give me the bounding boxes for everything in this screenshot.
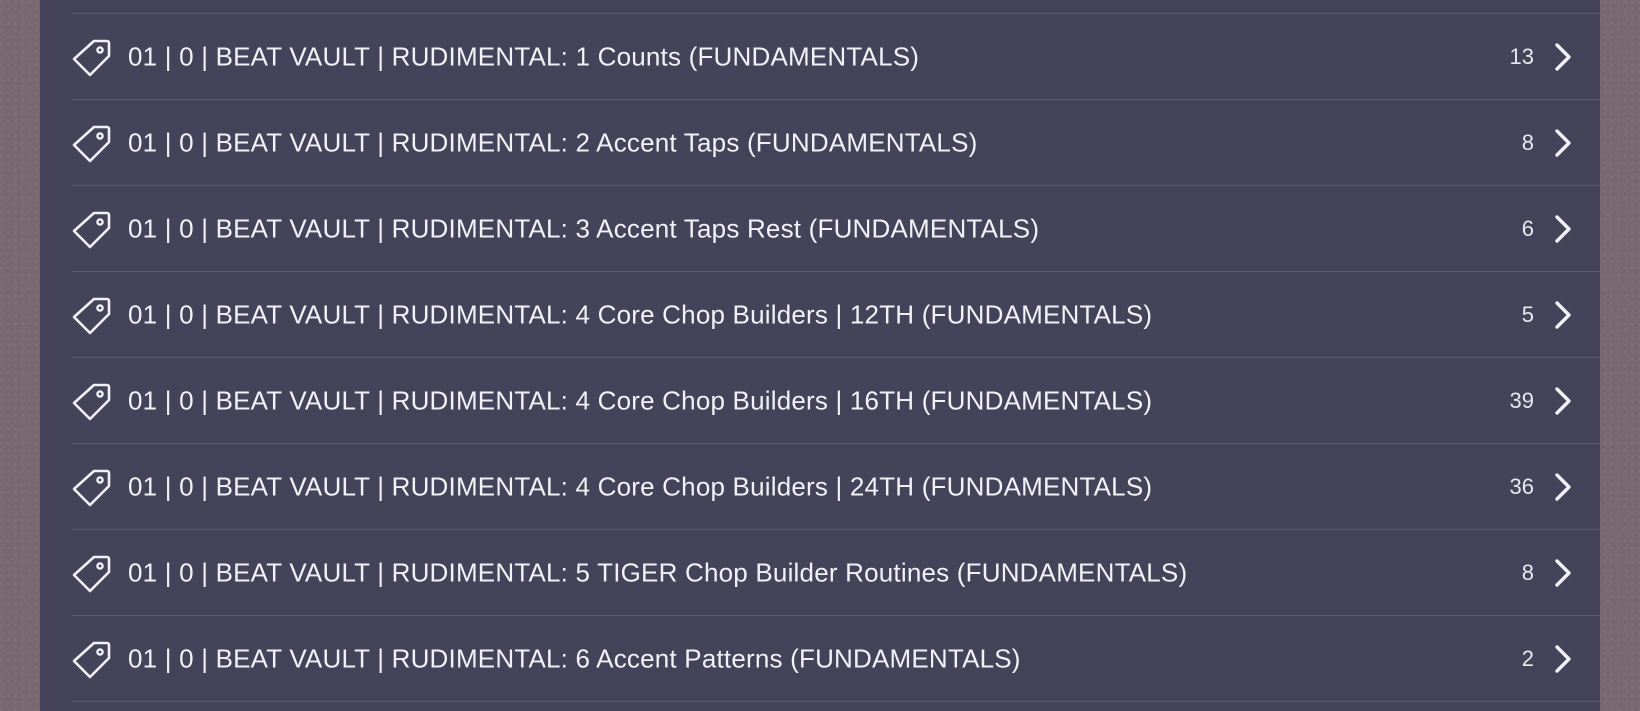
tag-count: 5 [1521,302,1534,327]
chevron-right-icon [1552,42,1574,72]
tag-icon [72,295,112,335]
tag-row[interactable]: 01 | 0 | BEAT VAULT | RUDIMENTAL: 3 Acce… [40,186,1600,272]
tag-count: 39 [1509,388,1534,413]
tag-label: 01 | 0 | BEAT VAULT | RUDIMENTAL: 4 Core… [128,299,1153,330]
tags-list-panel: 01 | 0 | BEAT VAULT | RUDIMENTAL: 1 Coun… [40,0,1600,711]
chevron-right-icon [1552,214,1574,244]
chevron-right-icon [1552,644,1574,674]
tag-row[interactable]: 01 | 0 | BEAT VAULT | RUDIMENTAL: 4 Core… [40,272,1600,358]
tag-row[interactable]: 01 | 0 | BEAT VAULT | RUDIMENTAL: 4 Core… [40,358,1600,444]
tag-count: 8 [1521,130,1534,155]
tag-icon [72,209,112,249]
chevron-right-icon [1552,128,1574,158]
tag-count: 13 [1509,44,1534,69]
chevron-right-icon [1552,300,1574,330]
tag-row[interactable]: 01 | 0 | BEAT VAULT | RUDIMENTAL: 6 Acce… [40,616,1600,702]
tag-label: 01 | 0 | BEAT VAULT | RUDIMENTAL: 2 Acce… [128,127,978,158]
tag-icon [72,467,112,507]
tag-count: 8 [1521,560,1534,585]
tags-list: 01 | 0 | BEAT VAULT | RUDIMENTAL: 1 Coun… [40,14,1600,702]
tag-icon [72,123,112,163]
tag-label: 01 | 0 | BEAT VAULT | RUDIMENTAL: 4 Core… [128,385,1153,416]
tag-icon [72,37,112,77]
tag-row[interactable]: 01 | 0 | BEAT VAULT | RUDIMENTAL: 2 Acce… [40,100,1600,186]
tag-row[interactable]: 01 | 0 | BEAT VAULT | RUDIMENTAL: 4 Core… [40,444,1600,530]
tag-row[interactable]: 01 | 0 | BEAT VAULT | RUDIMENTAL: 1 Coun… [40,14,1600,100]
tag-count: 6 [1521,216,1534,241]
tag-icon [72,553,112,593]
tag-label: 01 | 0 | BEAT VAULT | RUDIMENTAL: 1 Coun… [128,41,920,72]
chevron-right-icon [1552,386,1574,416]
tag-row[interactable]: 01 | 0 | BEAT VAULT | RUDIMENTAL: 5 TIGE… [40,530,1600,616]
tag-icon [72,381,112,421]
tag-label: 01 | 0 | BEAT VAULT | RUDIMENTAL: 3 Acce… [128,213,1040,244]
chevron-right-icon [1552,558,1574,588]
tag-label: 01 | 0 | BEAT VAULT | RUDIMENTAL: 4 Core… [128,471,1153,502]
tag-icon [72,639,112,679]
tag-count: 36 [1509,474,1534,499]
chevron-right-icon [1552,472,1574,502]
tag-label: 01 | 0 | BEAT VAULT | RUDIMENTAL: 6 Acce… [128,643,1021,674]
tag-count: 2 [1521,646,1534,671]
tag-label: 01 | 0 | BEAT VAULT | RUDIMENTAL: 5 TIGE… [128,557,1188,588]
